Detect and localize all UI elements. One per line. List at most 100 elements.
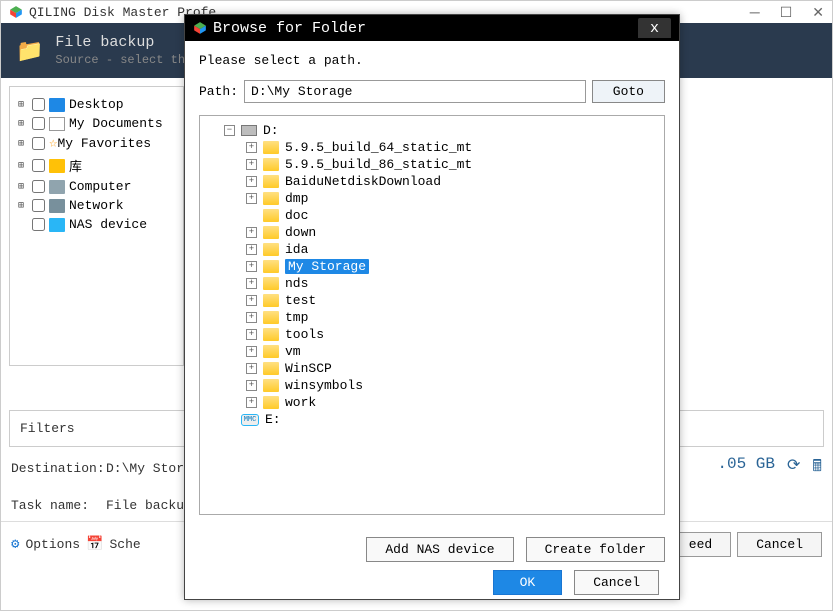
tree-folder[interactable]: doc <box>204 207 660 224</box>
expand-icon[interactable]: + <box>246 176 257 187</box>
expand-icon[interactable]: + <box>246 142 257 153</box>
maximize-button[interactable]: ☐ <box>780 4 793 21</box>
sidebar-item-nas[interactable]: NAS device <box>18 215 175 234</box>
sidebar-item-desktop[interactable]: ⊞Desktop <box>18 95 175 114</box>
folder-icon <box>263 243 279 256</box>
sidebar-item-favorites[interactable]: ⊞☆My Favorites <box>18 133 175 154</box>
goto-button[interactable]: Goto <box>592 80 665 103</box>
page-subtitle: Source - select th <box>55 53 185 67</box>
checkbox[interactable] <box>32 218 45 231</box>
gear-icon: ⚙ <box>11 536 19 553</box>
window-controls: ─ ☐ ✕ <box>750 4 824 21</box>
expand-icon[interactable]: + <box>246 346 257 357</box>
tree-drive-e[interactable]: MMCE: <box>204 411 660 428</box>
sidebar-item-label: My Documents <box>69 116 163 131</box>
tree-drive-d[interactable]: −D: <box>204 122 660 139</box>
tree-folder[interactable]: +WinSCP <box>204 360 660 377</box>
folder-tree[interactable]: −D: +5.9.5_build_64_static_mt+5.9.5_buil… <box>199 115 665 515</box>
schedule-button[interactable]: 📅Sche <box>86 536 141 553</box>
minimize-button[interactable]: ─ <box>750 4 760 21</box>
calendar-icon: 📅 <box>86 536 103 553</box>
create-folder-button[interactable]: Create folder <box>526 537 665 562</box>
path-input[interactable] <box>244 80 586 103</box>
sidebar-item-documents[interactable]: ⊞ My Documents <box>18 114 175 133</box>
checkbox[interactable] <box>32 98 45 111</box>
tree-folder[interactable]: + winsymbols <box>204 377 660 394</box>
path-label: Path: <box>199 84 238 99</box>
folder-icon <box>263 141 279 154</box>
refresh-icon[interactable]: ⟳ <box>787 455 800 482</box>
expand-icon[interactable]: + <box>246 159 257 170</box>
checkbox[interactable] <box>32 117 45 130</box>
cancel-button[interactable]: Cancel <box>737 532 822 557</box>
sidebar-item-computer[interactable]: ⊞ Computer <box>18 177 175 196</box>
destination-value: D:\My Stora <box>106 461 192 476</box>
close-button[interactable]: ✕ <box>812 4 824 21</box>
dialog-close-button[interactable]: x <box>638 18 671 38</box>
folder-icon <box>263 158 279 171</box>
expand-icon[interactable]: ⊞ <box>18 181 30 193</box>
checkbox[interactable] <box>32 137 45 150</box>
folder-label: dmp <box>285 191 308 206</box>
sidebar-item-label: 库 <box>69 156 82 175</box>
folder-label: doc <box>285 208 308 223</box>
tree-folder[interactable]: +work <box>204 394 660 411</box>
tree-folder[interactable]: +tools <box>204 326 660 343</box>
folder-icon <box>263 226 279 239</box>
expand-icon[interactable]: + <box>246 227 257 238</box>
tree-folder[interactable]: +down <box>204 224 660 241</box>
sidebar-item-label: NAS device <box>69 217 147 232</box>
folder-label: vm <box>285 344 301 359</box>
tree-folder[interactable]: +test <box>204 292 660 309</box>
dialog-cancel-button[interactable]: Cancel <box>574 570 659 595</box>
expand-icon[interactable]: + <box>246 363 257 374</box>
expand-icon[interactable]: + <box>246 193 257 204</box>
collapse-icon[interactable]: − <box>224 125 235 136</box>
tree-folder[interactable]: + ida <box>204 241 660 258</box>
expand-icon[interactable]: + <box>246 295 257 306</box>
expand-icon[interactable]: ⊞ <box>18 200 30 212</box>
tree-folder[interactable]: + vm <box>204 343 660 360</box>
expand-icon[interactable]: ⊞ <box>18 138 30 150</box>
tree-folder[interactable]: + dmp <box>204 190 660 207</box>
expand-icon[interactable]: + <box>246 312 257 323</box>
desktop-icon <box>49 98 65 112</box>
expand-icon[interactable]: + <box>246 329 257 340</box>
task-label: Task name: <box>11 498 106 513</box>
tree-folder[interactable]: +5.9.5_build_86_static_mt <box>204 156 660 173</box>
folder-icon <box>263 277 279 290</box>
tree-folder[interactable]: + nds <box>204 275 660 292</box>
folder-label: 5.9.5_build_64_static_mt <box>285 140 472 155</box>
ok-button[interactable]: OK <box>493 570 563 595</box>
expand-icon[interactable]: + <box>246 244 257 255</box>
sidebar-item-label: My Favorites <box>57 136 151 151</box>
folder-label: My Storage <box>285 259 369 274</box>
tree-folder[interactable]: + tmp <box>204 309 660 326</box>
expand-icon[interactable]: ⊞ <box>18 99 30 111</box>
sidebar-item-label: Computer <box>69 179 131 194</box>
calculator-icon[interactable]: 🖩 <box>812 455 822 482</box>
checkbox[interactable] <box>32 159 45 172</box>
task-value: File backup <box>106 498 192 513</box>
expand-icon[interactable]: ⊞ <box>18 160 30 172</box>
expand-icon[interactable]: + <box>246 278 257 289</box>
options-button[interactable]: ⚙Options <box>11 536 80 553</box>
tree-folder[interactable]: +5.9.5_build_64_static_mt <box>204 139 660 156</box>
expand-icon[interactable]: + <box>246 380 257 391</box>
folder-label: nds <box>285 276 308 291</box>
tree-folder[interactable]: + My Storage <box>204 258 660 275</box>
folder-label: winsymbols <box>285 378 363 393</box>
folder-label: ida <box>285 242 308 257</box>
checkbox[interactable] <box>32 180 45 193</box>
tree-folder[interactable]: +BaiduNetdiskDownload <box>204 173 660 190</box>
expand-icon[interactable]: ⊞ <box>18 118 30 130</box>
sidebar-item-network[interactable]: ⊞Network <box>18 196 175 215</box>
checkbox[interactable] <box>32 199 45 212</box>
sidebar-item-library[interactable]: ⊞库 <box>18 154 175 177</box>
app-icon <box>9 5 23 19</box>
folder-label: tmp <box>285 310 308 325</box>
drive-icon <box>241 125 257 136</box>
expand-icon[interactable]: + <box>246 397 257 408</box>
add-nas-button[interactable]: Add NAS device <box>366 537 513 562</box>
expand-icon[interactable]: + <box>246 261 257 272</box>
